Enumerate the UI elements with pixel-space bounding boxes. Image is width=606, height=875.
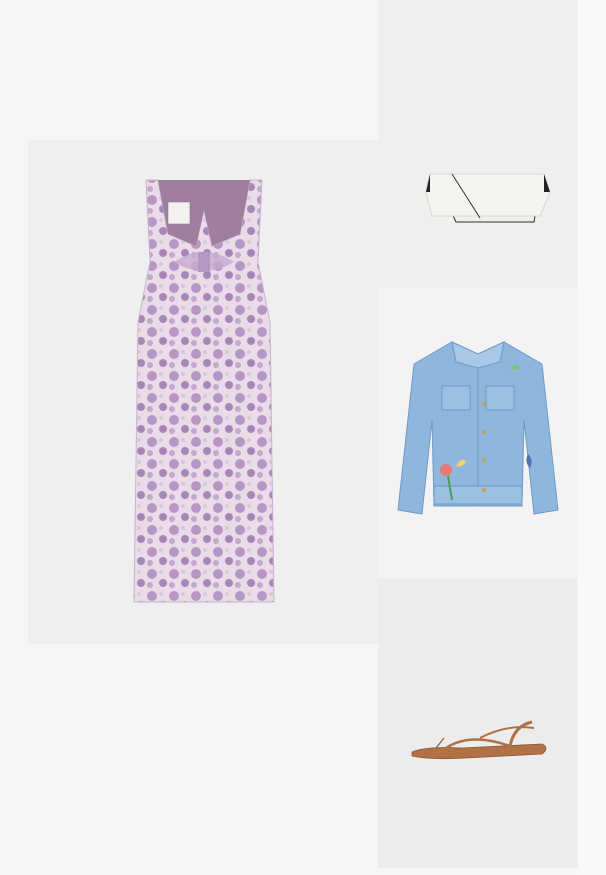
sandal-product-tile[interactable] [378,578,578,868]
bag-icon [425,173,551,223]
right-edge-background [578,0,606,875]
bag-product-tile[interactable] [378,0,578,288]
denim-jacket-icon [397,341,559,515]
sandal-icon [411,720,547,760]
dress-icon [133,179,275,603]
jacket-product-tile[interactable] [378,288,578,578]
dress-product-tile[interactable] [28,140,378,644]
top-left-background [0,0,378,140]
